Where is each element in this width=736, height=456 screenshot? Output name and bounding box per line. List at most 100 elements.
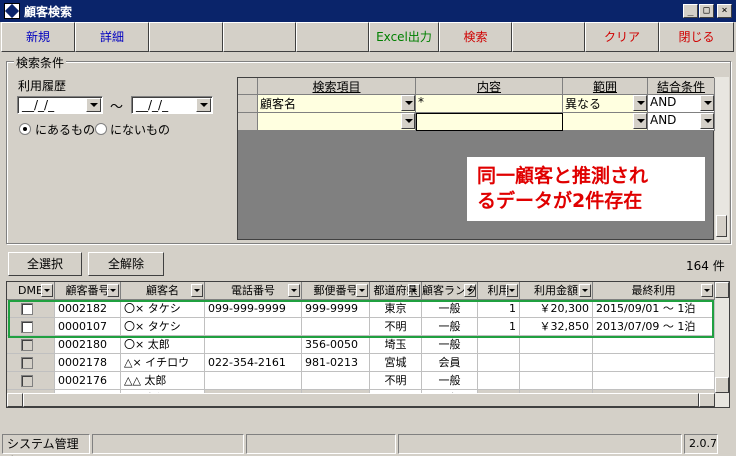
cell-rank: 会員 [422, 354, 478, 372]
col-header-uses[interactable]: 利用 [478, 282, 520, 300]
chevron-down-icon[interactable] [700, 95, 714, 111]
scroll-right-arrow-icon[interactable] [699, 393, 715, 407]
cell-zip [302, 372, 370, 390]
criteria-row-header [238, 113, 258, 131]
col-header-rank[interactable]: 顧客ランク [422, 282, 478, 300]
dme-checkbox[interactable] [21, 375, 33, 387]
result-count: 164 件 [686, 259, 725, 273]
criteria-join-value: AND [650, 95, 677, 109]
deselect-all-button[interactable]: 全解除 [88, 252, 164, 276]
criteria-header-content: 内容 [416, 78, 563, 95]
chevron-down-icon[interactable] [633, 95, 647, 111]
chevron-down-icon[interactable] [401, 95, 415, 111]
scroll-left-arrow-icon[interactable] [7, 393, 23, 407]
scroll-up-arrow-icon[interactable] [715, 282, 729, 298]
toolbar-empty-button-2[interactable] [223, 22, 296, 52]
cell-amount [520, 372, 593, 390]
chevron-down-icon[interactable] [86, 98, 101, 112]
scroll-down-arrow-icon[interactable] [715, 377, 729, 393]
col-header-pref[interactable]: 都道府県 [370, 282, 422, 300]
status-panel-4 [398, 434, 682, 454]
history-label: 利用履歴 [18, 79, 67, 93]
date-to-combo[interactable]: __/_/_ [131, 96, 213, 114]
dme-checkbox[interactable] [21, 357, 33, 369]
col-header-zip[interactable]: 郵便番号 [302, 282, 370, 300]
excel-export-button[interactable]: Excel出力 [369, 22, 439, 52]
radio-no-history[interactable] [95, 123, 107, 135]
chevron-down-icon[interactable] [700, 113, 714, 129]
hscroll-thumb[interactable] [23, 393, 699, 407]
chevron-down-icon[interactable] [464, 284, 476, 297]
clear-button[interactable]: クリア [585, 22, 659, 52]
cell-pref: 宮城 [370, 354, 422, 372]
criteria-range-select-2[interactable] [563, 113, 648, 131]
criteria-content-input[interactable]: * [416, 95, 563, 113]
search-conditions-label: 検索条件 [14, 54, 67, 71]
col-header-phone[interactable]: 電話番号 [205, 282, 302, 300]
criteria-scrollbar[interactable] [715, 77, 729, 240]
status-panel-3 [246, 434, 396, 454]
toolbar-empty-button-4[interactable] [512, 22, 585, 52]
minimize-button[interactable]: _ [683, 4, 698, 18]
chevron-down-icon[interactable] [401, 113, 415, 129]
cell-id: 0002178 [55, 354, 121, 372]
col-header-name[interactable]: 顧客名 [121, 282, 205, 300]
date-from-combo[interactable]: __/_/_ [17, 96, 103, 114]
chevron-down-icon[interactable] [41, 284, 53, 297]
detail-button[interactable]: 詳細 [75, 22, 149, 52]
cell-last [593, 372, 715, 390]
criteria-scroll-thumb[interactable] [716, 215, 727, 237]
cell-rank: 一般 [422, 372, 478, 390]
criteria-join-select-2[interactable]: AND [648, 113, 715, 131]
duplicate-annotation: 同一顧客と推測され るデータが2件存在 [466, 156, 706, 222]
criteria-header-range: 範囲 [563, 78, 648, 95]
col-header-amount[interactable]: 利用金額 [520, 282, 593, 300]
col-header-dme[interactable]: DME [7, 282, 55, 300]
cell-phone [205, 336, 302, 354]
dme-checkbox[interactable] [21, 339, 33, 351]
maximize-button[interactable]: □ [699, 4, 714, 18]
cell-uses [478, 354, 520, 372]
chevron-down-icon[interactable] [288, 284, 300, 297]
chevron-down-icon[interactable] [701, 284, 713, 297]
chevron-down-icon[interactable] [107, 284, 119, 297]
duplicate-rows-highlight [8, 300, 714, 338]
chevron-down-icon[interactable] [191, 284, 203, 297]
chevron-down-icon[interactable] [356, 284, 368, 297]
criteria-header-join: 結合条件 [648, 78, 715, 95]
status-version: 2.0.7 [684, 434, 718, 454]
criteria-range-value: 異なる [565, 97, 602, 111]
chevron-down-icon[interactable] [506, 284, 518, 297]
criteria-field-select-2[interactable] [258, 113, 416, 131]
chevron-down-icon[interactable] [196, 98, 211, 112]
toolbar-empty-button-3[interactable] [296, 22, 369, 52]
cell-name: △× イチロウ [121, 354, 205, 372]
col-header-id[interactable]: 顧客番号 [55, 282, 121, 300]
cell-uses [478, 372, 520, 390]
select-all-button[interactable]: 全選択 [8, 252, 82, 276]
criteria-range-select[interactable]: 異なる [563, 95, 648, 113]
toolbar-empty-button-1[interactable] [149, 22, 223, 52]
dme-cell [7, 372, 55, 390]
criteria-field-select[interactable]: 顧客名 [258, 95, 416, 113]
results-hscroll[interactable] [7, 393, 729, 407]
chevron-down-icon[interactable] [408, 284, 420, 297]
results-vscroll[interactable] [715, 282, 729, 393]
cell-name: 〇× 太郎 [121, 336, 205, 354]
chevron-down-icon[interactable] [633, 113, 647, 129]
close-button[interactable]: 閉じる [659, 22, 734, 52]
close-window-button[interactable]: × [717, 4, 732, 18]
dme-cell [7, 336, 55, 354]
chevron-down-icon[interactable] [579, 284, 591, 297]
cell-amount [520, 336, 593, 354]
cell-zip: 356-0050 [302, 336, 370, 354]
cell-uses [478, 336, 520, 354]
criteria-join-select[interactable]: AND [648, 95, 715, 113]
search-button[interactable]: 検索 [439, 22, 512, 52]
col-header-last[interactable]: 最終利用 [593, 282, 715, 300]
status-user: システム管理者 [2, 434, 90, 456]
radio-has-history[interactable] [19, 123, 31, 135]
new-button[interactable]: 新規 [1, 22, 75, 52]
cell-phone: 022-354-2161 [205, 354, 302, 372]
criteria-content-input-2[interactable] [416, 113, 563, 131]
